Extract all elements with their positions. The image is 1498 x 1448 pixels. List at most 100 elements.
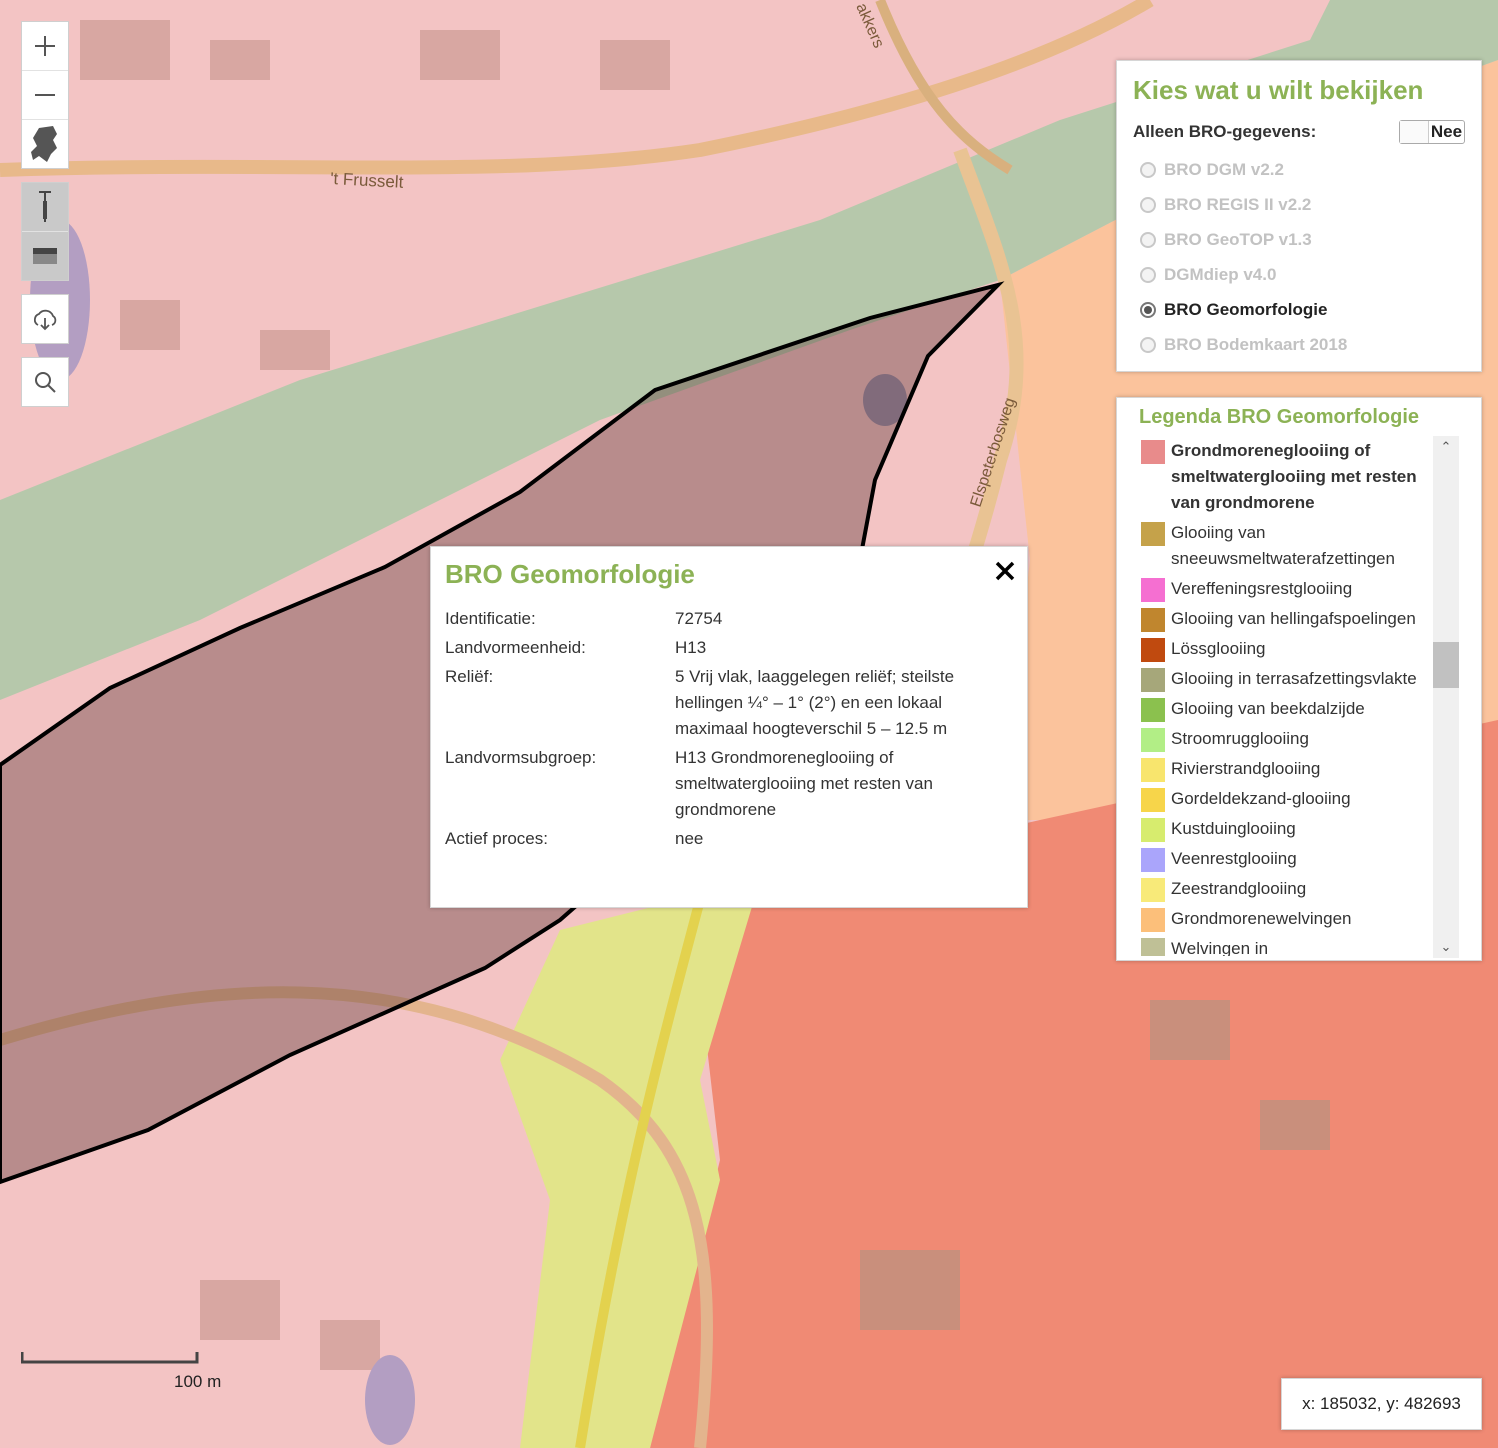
legend-item: Gordeldekzand-glooiing bbox=[1139, 784, 1431, 814]
legend-item: Glooiing in terrasafzettingsvlakte bbox=[1139, 664, 1431, 694]
search-button[interactable] bbox=[22, 358, 68, 406]
popup-key: Identificatie: bbox=[445, 609, 536, 628]
cross-section-button[interactable] bbox=[22, 232, 68, 280]
legend-item: Glooiing van sneeuwsmeltwaterafzettingen bbox=[1139, 518, 1431, 574]
layer-option-geotop[interactable]: BRO GeoTOP v1.3 bbox=[1133, 222, 1465, 257]
scroll-up-icon[interactable]: ⌃ bbox=[1433, 436, 1459, 458]
close-icon[interactable] bbox=[993, 559, 1017, 583]
legend-label: Veenrestglooiing bbox=[1171, 849, 1297, 868]
legend-swatch bbox=[1141, 938, 1165, 956]
scroll-down-icon[interactable]: ⌄ bbox=[1433, 936, 1459, 958]
legend-swatch bbox=[1141, 440, 1165, 464]
legend-label: Stroomrugglooiing bbox=[1171, 729, 1309, 748]
radio-button[interactable] bbox=[1140, 161, 1156, 178]
legend-swatch bbox=[1141, 638, 1165, 662]
legend-item: Grondmorenewelvingen bbox=[1139, 904, 1431, 934]
radio-button[interactable] bbox=[1140, 336, 1156, 353]
radio-button[interactable] bbox=[1140, 266, 1156, 283]
legend-label: Grondmoreneglooiing of smeltwaterglooiin… bbox=[1171, 441, 1417, 512]
legend-label: Gordeldekzand-glooiing bbox=[1171, 789, 1351, 808]
legend-item: Vereffeningsrestglooiing bbox=[1139, 574, 1431, 604]
legend-label: Welvingen in sneeuwsmeltwaterafzettingen bbox=[1171, 939, 1269, 956]
cross-section-icon bbox=[33, 248, 57, 264]
scroll-thumb[interactable] bbox=[1433, 642, 1459, 688]
netherlands-icon bbox=[31, 126, 57, 162]
scale-bar bbox=[21, 1352, 199, 1364]
radio-button[interactable] bbox=[1140, 231, 1156, 248]
legend-item: Welvingen in sneeuwsmeltwaterafzettingen bbox=[1139, 934, 1431, 956]
popup-key: Actief proces: bbox=[445, 829, 548, 848]
legend-scrollbar[interactable]: ⌃ ⌄ bbox=[1433, 436, 1459, 958]
legend-label: Grondmorenewelvingen bbox=[1171, 909, 1352, 928]
layer-chooser-panel: Kies wat u wilt bekijken Alleen BRO-gege… bbox=[1116, 60, 1482, 372]
download-button[interactable] bbox=[22, 295, 68, 343]
legend-label: Kustduinglooiing bbox=[1171, 819, 1296, 838]
borehole-icon bbox=[39, 191, 51, 222]
radio-button[interactable] bbox=[1140, 196, 1156, 213]
search-icon bbox=[35, 372, 56, 393]
popup-value: 72754 bbox=[675, 609, 723, 628]
legend-item: Kustduinglooiing bbox=[1139, 814, 1431, 844]
legend-swatch bbox=[1141, 818, 1165, 842]
popup-row: Actief proces: nee bbox=[445, 826, 1013, 852]
bro-only-row: Alleen BRO-gegevens: Nee bbox=[1133, 120, 1465, 144]
water bbox=[365, 1355, 415, 1445]
layer-option-label: DGMdiep v4.0 bbox=[1164, 264, 1277, 284]
radio-button-selected[interactable] bbox=[1140, 301, 1156, 318]
popup-key: Reliëf: bbox=[445, 667, 494, 686]
legend-swatch bbox=[1141, 668, 1165, 692]
zoom-out-icon bbox=[35, 94, 55, 96]
legend-item: Stroomrugglooiing bbox=[1139, 724, 1431, 754]
cloud-download-icon bbox=[33, 309, 57, 331]
layer-option-label: BRO GeoTOP v1.3 bbox=[1164, 229, 1312, 249]
legend-panel: Legenda BRO Geomorfologie Grondmoreneglo… bbox=[1116, 397, 1482, 961]
toggle-value: Nee bbox=[1430, 122, 1463, 141]
legend-swatch bbox=[1141, 578, 1165, 602]
legend-item: Zeestrandglooiing bbox=[1139, 874, 1431, 904]
layer-option-label: BRO REGIS II v2.2 bbox=[1164, 194, 1312, 214]
legend-label: Glooiing in terrasafzettingsvlakte bbox=[1171, 669, 1417, 688]
layer-option-geomorfologie[interactable]: BRO Geomorfologie bbox=[1133, 292, 1465, 327]
road-label: 't Frusselt bbox=[330, 169, 404, 192]
zoom-out-button[interactable] bbox=[22, 71, 68, 120]
popup-value: nee bbox=[675, 829, 704, 848]
download-control bbox=[21, 294, 69, 344]
full-extent-button[interactable] bbox=[22, 120, 68, 168]
legend-swatch bbox=[1141, 788, 1165, 812]
legend-list[interactable]: Grondmoreneglooiing of smeltwaterglooiin… bbox=[1139, 436, 1431, 956]
legend-swatch bbox=[1141, 522, 1165, 546]
zoom-in-button[interactable] bbox=[22, 22, 68, 71]
legend-label: Vereffeningsrestglooiing bbox=[1171, 579, 1353, 598]
bro-only-label: Alleen BRO-gegevens: bbox=[1133, 122, 1317, 141]
legend-label: Lössglooiing bbox=[1171, 639, 1266, 658]
legend-swatch bbox=[1141, 848, 1165, 872]
layer-option-label: BRO Geomorfologie bbox=[1164, 299, 1328, 319]
popup-row: Landvormeenheid: H13 bbox=[445, 635, 1013, 661]
layer-option-bodemkaart[interactable]: BRO Bodemkaart 2018 bbox=[1133, 327, 1465, 362]
feature-info-popup: BRO Geomorfologie Identificatie: 72754 La… bbox=[430, 546, 1028, 908]
legend-title: Legenda BRO Geomorfologie bbox=[1139, 406, 1420, 428]
popup-row: Identificatie: 72754 bbox=[445, 606, 1013, 632]
layer-option-regis[interactable]: BRO REGIS II v2.2 bbox=[1133, 187, 1465, 222]
zoom-control bbox=[21, 21, 69, 169]
layer-option-dgm[interactable]: BRO DGM v2.2 bbox=[1133, 152, 1465, 187]
popup-value: H13 Grondmoreneglooiing of smeltwaterglo… bbox=[675, 748, 933, 819]
legend-swatch bbox=[1141, 758, 1165, 782]
layer-option-label: BRO DGM v2.2 bbox=[1164, 159, 1284, 179]
legend-label: Glooiing van sneeuwsmeltwaterafzettingen bbox=[1171, 523, 1395, 568]
legend-item: Glooiing van hellingafspoelingen bbox=[1139, 604, 1431, 634]
layer-option-label: BRO Bodemkaart 2018 bbox=[1164, 334, 1348, 354]
coordinate-readout: x: 185032, y: 482693 bbox=[1281, 1378, 1482, 1430]
legend-label: Zeestrandglooiing bbox=[1171, 879, 1307, 898]
popup-value: H13 bbox=[675, 638, 707, 657]
popup-value: 5 Vrij vlak, laaggelegen reliëf; steilst… bbox=[675, 667, 955, 738]
borehole-button[interactable] bbox=[22, 183, 68, 232]
legend-label: Glooiing van beekdalzijde bbox=[1171, 699, 1365, 718]
toggle-knob bbox=[1400, 121, 1429, 143]
layer-option-dgmdiep[interactable]: DGMdiep v4.0 bbox=[1133, 257, 1465, 292]
bro-only-toggle[interactable]: Nee bbox=[1399, 120, 1465, 144]
search-control bbox=[21, 357, 69, 407]
popup-key: Landvormsubgroep: bbox=[445, 748, 597, 767]
profile-control bbox=[21, 182, 69, 281]
legend-item: Rivierstrandglooiing bbox=[1139, 754, 1431, 784]
